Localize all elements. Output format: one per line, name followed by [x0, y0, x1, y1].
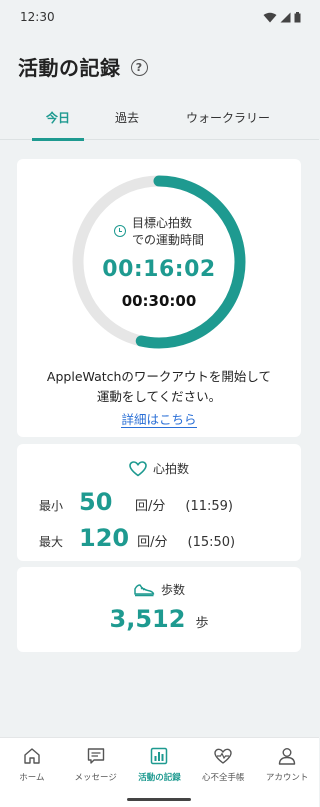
min-unit: 回/分: [135, 499, 166, 514]
status-icons: [263, 11, 301, 23]
exercise-time-card: 目標心拍数 での運動時間 00:16:02 00:30:00 AppleWatc…: [17, 159, 301, 437]
shoe-icon: [134, 583, 155, 596]
status-bar: 12:30: [0, 0, 319, 34]
bottom-navigation: ホーム メッセージ 活動の記録 心不全手帳 アカウント: [0, 737, 319, 807]
steps-row: 3,512 歩: [17, 605, 301, 633]
home-icon: [24, 748, 40, 764]
wifi-icon: [263, 12, 277, 22]
tab-bar: 今日 過去 ウォークラリー: [0, 100, 319, 141]
help-icon[interactable]: ?: [130, 59, 148, 76]
activity-chart-icon: [151, 747, 168, 765]
max-unit: 回/分: [137, 535, 168, 550]
elapsed-time: 00:16:02: [102, 257, 216, 282]
signal-icon: [280, 12, 291, 22]
exercise-label-line1: 目標心拍数: [131, 216, 192, 230]
tab-walk-rally[interactable]: ウォークラリー: [176, 100, 280, 140]
heart-rate-header: 心拍数: [17, 460, 301, 477]
exercise-label-line2: での運動時間: [131, 233, 204, 247]
target-time: 00:30:00: [121, 292, 197, 310]
details-link[interactable]: 詳細はこちら: [121, 412, 197, 428]
min-time: (11:59): [185, 499, 233, 514]
clock-icon: [113, 225, 126, 237]
heart-rate-title: 心拍数: [152, 462, 189, 476]
nav-heart-notebook-label: 心不全手帳: [202, 773, 245, 783]
heart-rate-max-row: 最大 120 回/分 (15:50): [39, 524, 235, 552]
steps-card: 歩数 3,512 歩: [17, 567, 301, 652]
home-indicator: [127, 798, 191, 801]
min-value: 50: [79, 488, 113, 516]
exercise-time-label: 目標心拍数 での運動時間: [113, 215, 204, 249]
nav-account-label: アカウント: [265, 773, 309, 783]
workout-instruction: AppleWatchのワークアウトを開始して 運動をしてください。: [17, 367, 301, 407]
progress-ring-content: 目標心拍数 での運動時間 00:16:02 00:30:00: [70, 173, 248, 351]
tab-today[interactable]: 今日: [32, 100, 84, 141]
steps-value: 3,512: [109, 605, 186, 633]
heart-notebook-icon: [214, 748, 232, 764]
heart-icon: [129, 460, 147, 476]
max-value: 120: [79, 524, 130, 552]
nav-activity-record[interactable]: 活動の記録: [128, 738, 192, 807]
max-label: 最大: [39, 535, 64, 549]
steps-header: 歩数: [17, 581, 301, 598]
status-time: 12:30: [20, 10, 55, 24]
nav-activity-record-label: 活動の記録: [138, 773, 181, 783]
nav-home[interactable]: ホーム: [0, 738, 64, 807]
nav-message[interactable]: メッセージ: [64, 738, 128, 807]
message-icon: [87, 748, 104, 764]
page-header: 活動の記録 ?: [18, 52, 148, 81]
page-title: 活動の記録: [18, 56, 121, 80]
battery-icon: [294, 11, 301, 22]
steps-title: 歩数: [160, 583, 185, 597]
tab-past[interactable]: 過去: [104, 100, 150, 140]
nav-message-label: メッセージ: [74, 773, 117, 783]
min-label: 最小: [39, 499, 64, 513]
nav-account[interactable]: アカウント: [255, 738, 319, 807]
account-icon: [278, 748, 296, 765]
nav-home-label: ホーム: [19, 773, 45, 783]
details-link-wrapper: 詳細はこちら: [17, 409, 301, 428]
heart-rate-card: 心拍数 最小 50 回/分 (11:59) 最大 120 回/分 (15:50): [17, 444, 301, 561]
workout-instruction-line2: 運動をしてください。: [96, 389, 222, 404]
steps-unit: 歩: [195, 616, 209, 631]
nav-heart-notebook[interactable]: 心不全手帳: [191, 738, 255, 807]
heart-rate-min-row: 最小 50 回/分 (11:59): [39, 488, 233, 516]
max-time: (15:50): [187, 535, 236, 550]
workout-instruction-line1: AppleWatchのワークアウトを開始して: [46, 369, 272, 384]
